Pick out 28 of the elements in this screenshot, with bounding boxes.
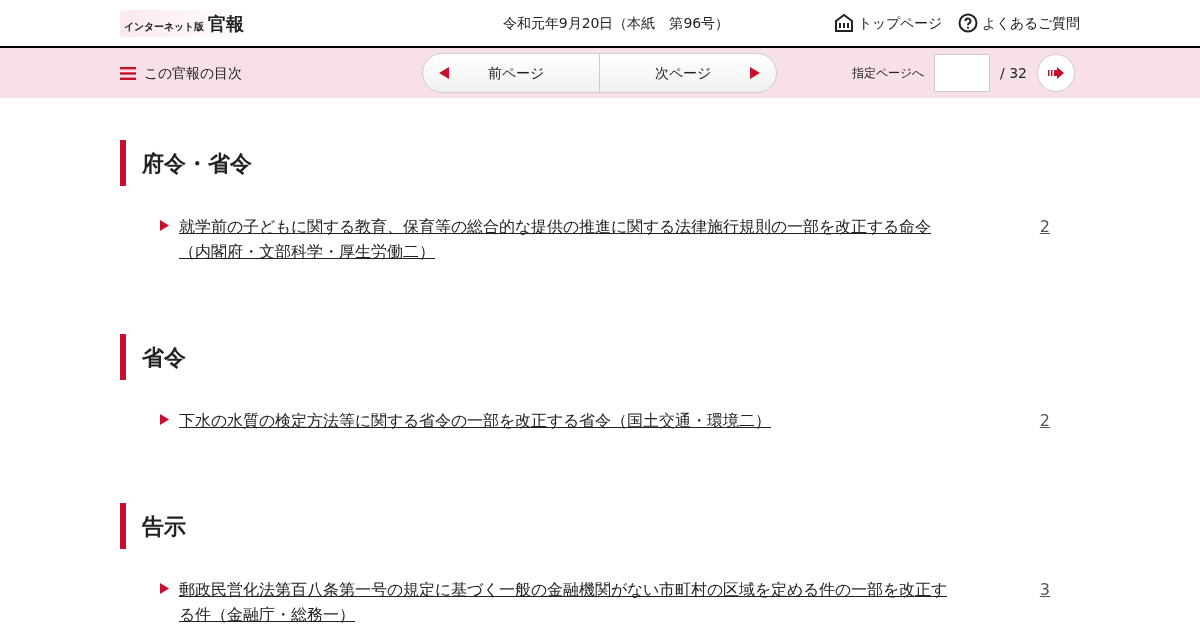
help-icon xyxy=(958,13,978,33)
issue-date: 令和元年9月20日（本紙 第96号） xyxy=(502,13,730,33)
header-link[interactable]: よくあるご質問 xyxy=(958,12,1080,34)
section-heading: 府令・省令 xyxy=(120,140,1080,186)
left-triangle-icon xyxy=(439,67,449,79)
menu-icon xyxy=(120,66,136,80)
article-link[interactable]: 就学前の子どもに関する教育、保育等の総合的な提供の推進に関する法律施行規則の一部を改正する命令（内閣府・文部科学・厚生労働二） xyxy=(179,214,951,264)
article-link[interactable]: 郵政民営化法第百八条第一号の規定に基づく一般の金融機関がない市町村の区域を定める件の一部を改正する件（金融庁・総務一） xyxy=(179,577,951,627)
building-icon xyxy=(834,13,854,33)
toc-button[interactable]: この官報の目次 xyxy=(120,62,422,84)
goto-label: 指定ページへ xyxy=(852,65,924,82)
page-input-field[interactable] xyxy=(934,54,990,92)
article-link[interactable]: 下水の水質の検定方法等に関する省令の一部を改正する省令（国土交通・環境二） xyxy=(179,408,951,433)
total-pages: / 32 xyxy=(1000,63,1027,83)
right-triangle-icon xyxy=(750,67,760,79)
prev-page-button[interactable]: 前ページ xyxy=(423,54,600,92)
right-triangle-icon xyxy=(160,414,169,425)
header-link[interactable]: トップページ xyxy=(834,12,942,34)
arrow-right-icon xyxy=(1048,67,1064,79)
next-page-button[interactable]: 次ページ xyxy=(600,54,776,92)
page-number-link[interactable]: 3 xyxy=(1039,577,1050,602)
page-number-link[interactable]: 2 xyxy=(1039,214,1050,239)
right-triangle-icon xyxy=(160,583,169,594)
go-button[interactable] xyxy=(1037,54,1075,92)
section-heading: 省令 xyxy=(120,334,1080,380)
page-number-link[interactable]: 2 xyxy=(1039,408,1050,433)
right-triangle-icon xyxy=(160,220,169,231)
section-heading: 告示 xyxy=(120,503,1080,549)
